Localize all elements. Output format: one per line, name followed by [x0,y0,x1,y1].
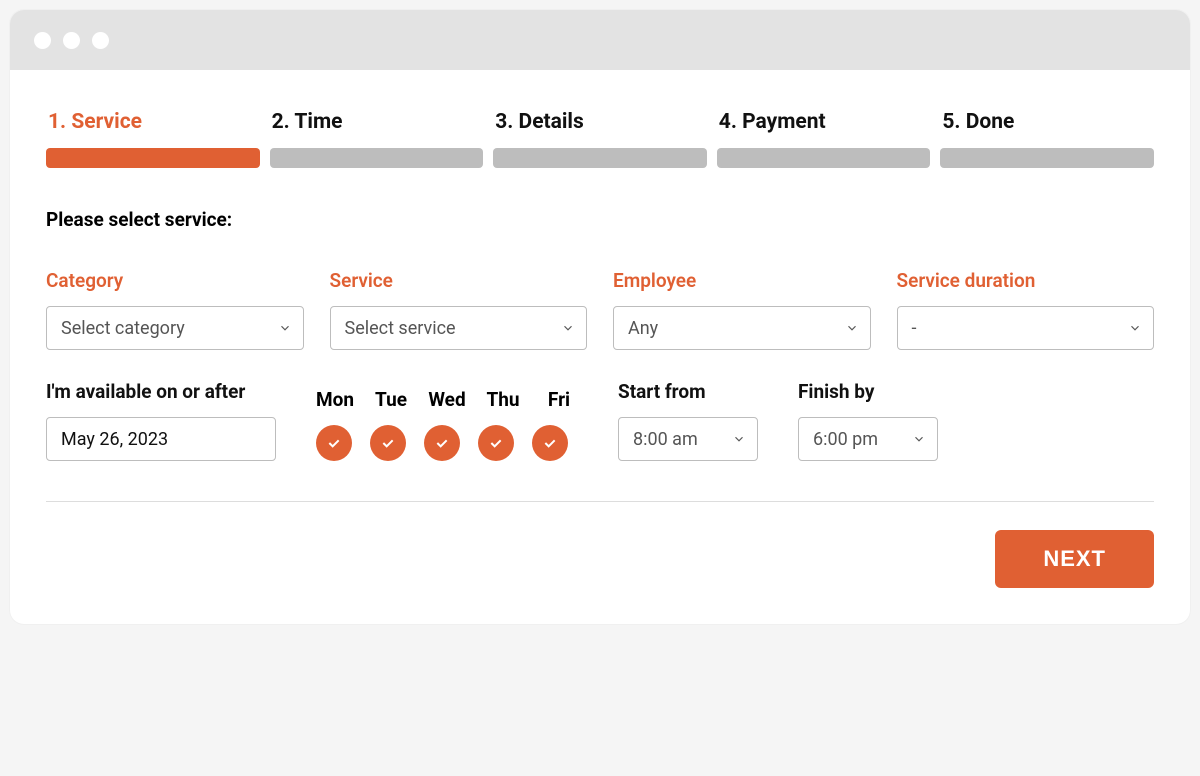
start-from-select[interactable]: 8:00 am [618,417,758,461]
step-bar [46,148,260,168]
employee-field: Employee Any [613,269,871,350]
day-toggle-fri[interactable] [532,425,568,461]
step-bar [940,148,1154,168]
days-field: Mon Tue Wed Thu Fri [316,388,578,461]
available-date-value: May 26, 2023 [61,429,168,450]
step-time[interactable]: 2. Time [270,110,484,168]
start-from-value: 8:00 am [633,429,698,450]
day-toggle-thu[interactable] [478,425,514,461]
chevron-down-icon [560,320,576,336]
chevron-down-icon [844,320,860,336]
employee-select[interactable]: Any [613,306,871,350]
category-select[interactable]: Select category [46,306,304,350]
service-label: Service [330,269,588,292]
duration-select[interactable]: - [897,306,1155,350]
check-icon [542,435,558,451]
service-value: Select service [345,318,456,339]
next-button[interactable]: NEXT [995,530,1154,588]
start-from-field: Start from 8:00 am [618,380,758,461]
duration-field: Service duration - [897,269,1155,350]
duration-label: Service duration [897,269,1155,292]
employee-label: Employee [613,269,871,292]
window-dot [92,32,109,49]
start-from-label: Start from [618,380,758,403]
day-headers: Mon Tue Wed Thu Fri [316,388,578,411]
step-label: 5. Done [940,110,1154,134]
divider [46,501,1154,502]
section-heading: Please select service: [46,208,1154,231]
duration-value: - [912,318,917,339]
step-payment[interactable]: 4. Payment [717,110,931,168]
day-header-mon: Mon [316,388,354,411]
chevron-down-icon [1127,320,1143,336]
category-field: Category Select category [46,269,304,350]
app-window: 1. Service 2. Time 3. Details 4. Payment… [10,10,1190,624]
check-icon [434,435,450,451]
available-date-field: I'm available on or after May 26, 2023 [46,380,276,461]
category-value: Select category [61,318,185,339]
window-dot [63,32,80,49]
service-field: Service Select service [330,269,588,350]
step-label: 1. Service [46,110,260,134]
window-dot [34,32,51,49]
finish-by-value: 6:00 pm [813,429,878,450]
step-label: 4. Payment [717,110,931,134]
step-label: 2. Time [270,110,484,134]
stepper: 1. Service 2. Time 3. Details 4. Payment… [46,110,1154,168]
check-icon [380,435,396,451]
day-toggle-mon[interactable] [316,425,352,461]
service-select[interactable]: Select service [330,306,588,350]
check-icon [326,435,342,451]
category-label: Category [46,269,304,292]
finish-by-label: Finish by [798,380,938,403]
step-details[interactable]: 3. Details [493,110,707,168]
window-titlebar [10,10,1190,70]
day-toggle-wed[interactable] [424,425,460,461]
check-icon [488,435,504,451]
step-label: 3. Details [493,110,707,134]
day-toggle-tue[interactable] [370,425,406,461]
step-bar [717,148,931,168]
chevron-down-icon [277,320,293,336]
footer: NEXT [46,530,1154,588]
step-service[interactable]: 1. Service [46,110,260,168]
selects-row: Category Select category Service Select … [46,269,1154,350]
step-bar [493,148,707,168]
day-header-fri: Fri [540,388,578,411]
available-date-input[interactable]: May 26, 2023 [46,417,276,461]
chevron-down-icon [731,431,747,447]
finish-by-field: Finish by 6:00 pm [798,380,938,461]
day-header-thu: Thu [484,388,522,411]
availability-row: I'm available on or after May 26, 2023 M… [46,380,1154,461]
chevron-down-icon [911,431,927,447]
step-done[interactable]: 5. Done [940,110,1154,168]
day-chips [316,425,578,461]
day-header-tue: Tue [372,388,410,411]
employee-value: Any [628,318,658,339]
step-bar [270,148,484,168]
content-area: 1. Service 2. Time 3. Details 4. Payment… [10,70,1190,624]
available-date-label: I'm available on or after [46,380,276,403]
day-header-wed: Wed [428,388,466,411]
finish-by-select[interactable]: 6:00 pm [798,417,938,461]
